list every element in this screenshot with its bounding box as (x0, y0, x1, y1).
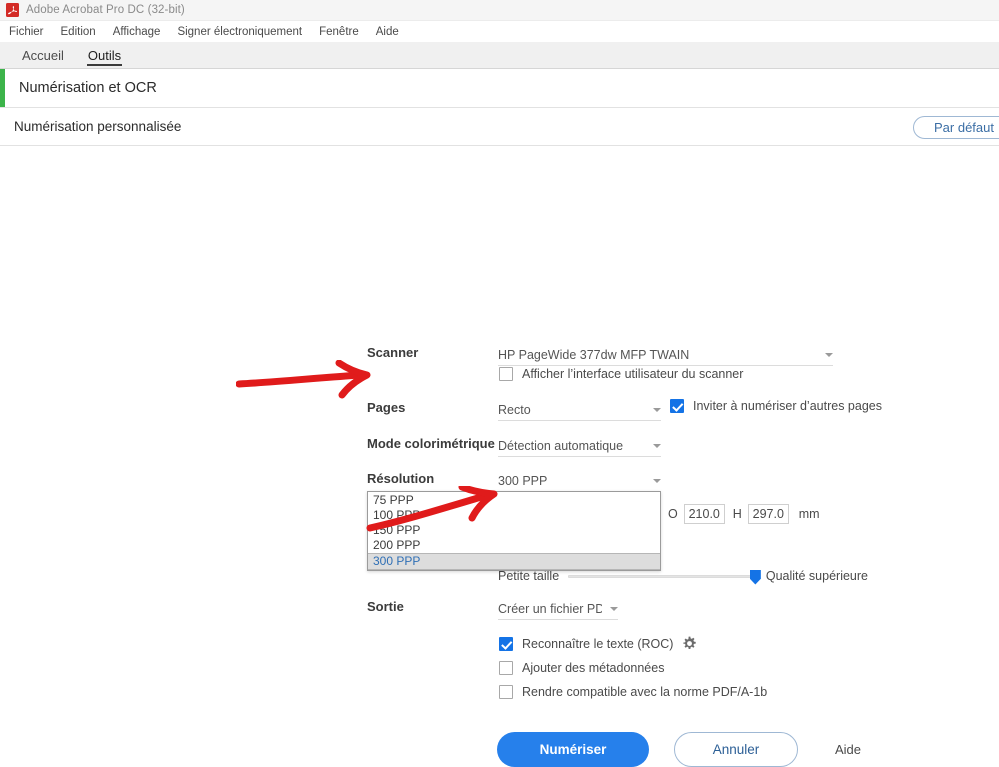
cancel-button-label: Annuler (712, 742, 760, 757)
acrobat-icon (6, 3, 19, 17)
ocr-checkbox[interactable] (499, 636, 513, 651)
tool-accent-bar (0, 69, 5, 107)
ocr-label: Reconnaître le texte (ROC) (522, 636, 674, 651)
slider-max-label: Qualité supérieure (765, 569, 868, 583)
slider-min-label: Petite taille (498, 569, 560, 583)
help-link[interactable]: Aide (835, 742, 861, 757)
scan-button-label: Numériser (539, 742, 607, 757)
chevron-down-icon (653, 407, 661, 412)
tab-accueil[interactable]: Accueil (10, 42, 76, 68)
ocr-checkbox-row[interactable]: Reconnaître le texte (ROC) (499, 636, 697, 651)
add-metadata-checkbox[interactable] (499, 661, 513, 675)
resolution-option-300[interactable]: 300 PPP (368, 553, 660, 570)
menu-item-fichier[interactable]: Fichier (9, 26, 44, 38)
action-button-row: Numériser Annuler Aide (497, 732, 861, 767)
tool-title: Numérisation et OCR (19, 80, 157, 96)
prompt-more-pages-checkbox[interactable] (670, 399, 684, 413)
pages-label: Pages (367, 400, 406, 415)
tab-outils-label: Outils (87, 47, 122, 63)
output-select[interactable]: Créer un fichier PDF (498, 598, 618, 620)
resolution-option-150[interactable]: 150 PPP (368, 523, 660, 538)
resolution-option-100[interactable]: 100 PPP (368, 508, 660, 523)
pages-select[interactable]: Recto (498, 399, 661, 421)
window-title: Adobe Acrobat Pro DC (32-bit) (26, 4, 185, 16)
width-label: O (668, 507, 678, 521)
color-mode-select[interactable]: Détection automatique (498, 435, 661, 457)
chevron-down-icon (610, 606, 618, 611)
menu-item-aide[interactable]: Aide (376, 26, 399, 38)
scanner-label: Scanner (367, 345, 419, 360)
chevron-down-icon (825, 352, 833, 357)
menu-item-fenetre[interactable]: Fenêtre (319, 26, 359, 38)
menu-item-edition[interactable]: Edition (61, 26, 96, 38)
height-input[interactable] (747, 504, 789, 524)
quality-slider-row: Petite taille Qualité supérieure (498, 569, 868, 585)
scanner-select-value: HP PageWide 377dw MFP TWAIN (498, 347, 690, 362)
pdfa-compat-label: Rendre compatible avec la norme PDF/A-1b (522, 685, 768, 699)
size-unit-label: mm (798, 507, 820, 521)
color-mode-select-value: Détection automatique (498, 438, 624, 453)
prompt-more-pages-label: Inviter à numériser d’autres pages (693, 399, 882, 413)
scan-button[interactable]: Numériser (497, 732, 649, 767)
resolution-option-200[interactable]: 200 PPP (368, 538, 660, 553)
tabstrip: Accueil Outils (0, 42, 999, 69)
width-input[interactable] (683, 504, 725, 524)
prompt-more-pages-checkbox-row[interactable]: Inviter à numériser d’autres pages (670, 399, 882, 413)
chevron-down-icon (653, 443, 661, 448)
tab-accueil-label: Accueil (22, 47, 64, 63)
output-label: Sortie (367, 599, 404, 614)
page-size-group: O H mm (668, 504, 820, 524)
show-scanner-ui-checkbox-row[interactable]: Afficher l’interface utilisateur du scan… (499, 367, 743, 381)
default-settings-button[interactable]: Par défaut (913, 116, 999, 139)
pages-select-value: Recto (498, 402, 531, 417)
menu-item-affichage[interactable]: Affichage (113, 26, 161, 38)
chevron-down-icon (653, 478, 661, 483)
resolution-label: Résolution (367, 471, 435, 486)
scanner-select[interactable]: HP PageWide 377dw MFP TWAIN (498, 344, 833, 366)
gear-icon[interactable] (682, 636, 697, 651)
add-metadata-checkbox-row[interactable]: Ajouter des métadonnées (499, 661, 664, 675)
menu-item-signer-electroniquement[interactable]: Signer électroniquement (177, 26, 302, 38)
default-settings-label: Par défaut (934, 120, 994, 135)
resolution-select-value: 300 PPP (498, 473, 548, 488)
scan-settings-form: Scanner HP PageWide 377dw MFP TWAIN Affi… (0, 146, 999, 767)
resolution-select[interactable]: 300 PPP (498, 470, 661, 492)
height-label: H (732, 507, 742, 521)
pdfa-compat-checkbox-row[interactable]: Rendre compatible avec la norme PDF/A-1b (499, 685, 767, 699)
quality-slider-handle[interactable] (749, 569, 761, 585)
show-scanner-ui-label: Afficher l’interface utilisateur du scan… (522, 367, 744, 381)
tab-outils[interactable]: Outils (76, 42, 133, 68)
menubar: Fichier Edition Affichage Signer électro… (0, 21, 999, 42)
resolution-dropdown-list[interactable]: 75 PPP 100 PPP 150 PPP 200 PPP 300 PPP (367, 491, 661, 571)
tool-header: Numérisation et OCR (0, 69, 999, 108)
color-mode-label: Mode colorimétrique (367, 436, 495, 451)
subheader: Numérisation personnalisée Par défaut (0, 108, 999, 146)
quality-slider-track[interactable] (568, 569, 761, 585)
resolution-option-75[interactable]: 75 PPP (368, 493, 660, 508)
page-title: Numérisation personnalisée (14, 119, 182, 134)
output-select-value: Créer un fichier PDF (498, 601, 602, 616)
show-scanner-ui-checkbox[interactable] (499, 367, 513, 381)
window-titlebar: Adobe Acrobat Pro DC (32-bit) (0, 0, 999, 21)
add-metadata-label: Ajouter des métadonnées (522, 661, 665, 675)
pdfa-compat-checkbox[interactable] (499, 685, 513, 699)
cancel-button[interactable]: Annuler (674, 732, 798, 767)
